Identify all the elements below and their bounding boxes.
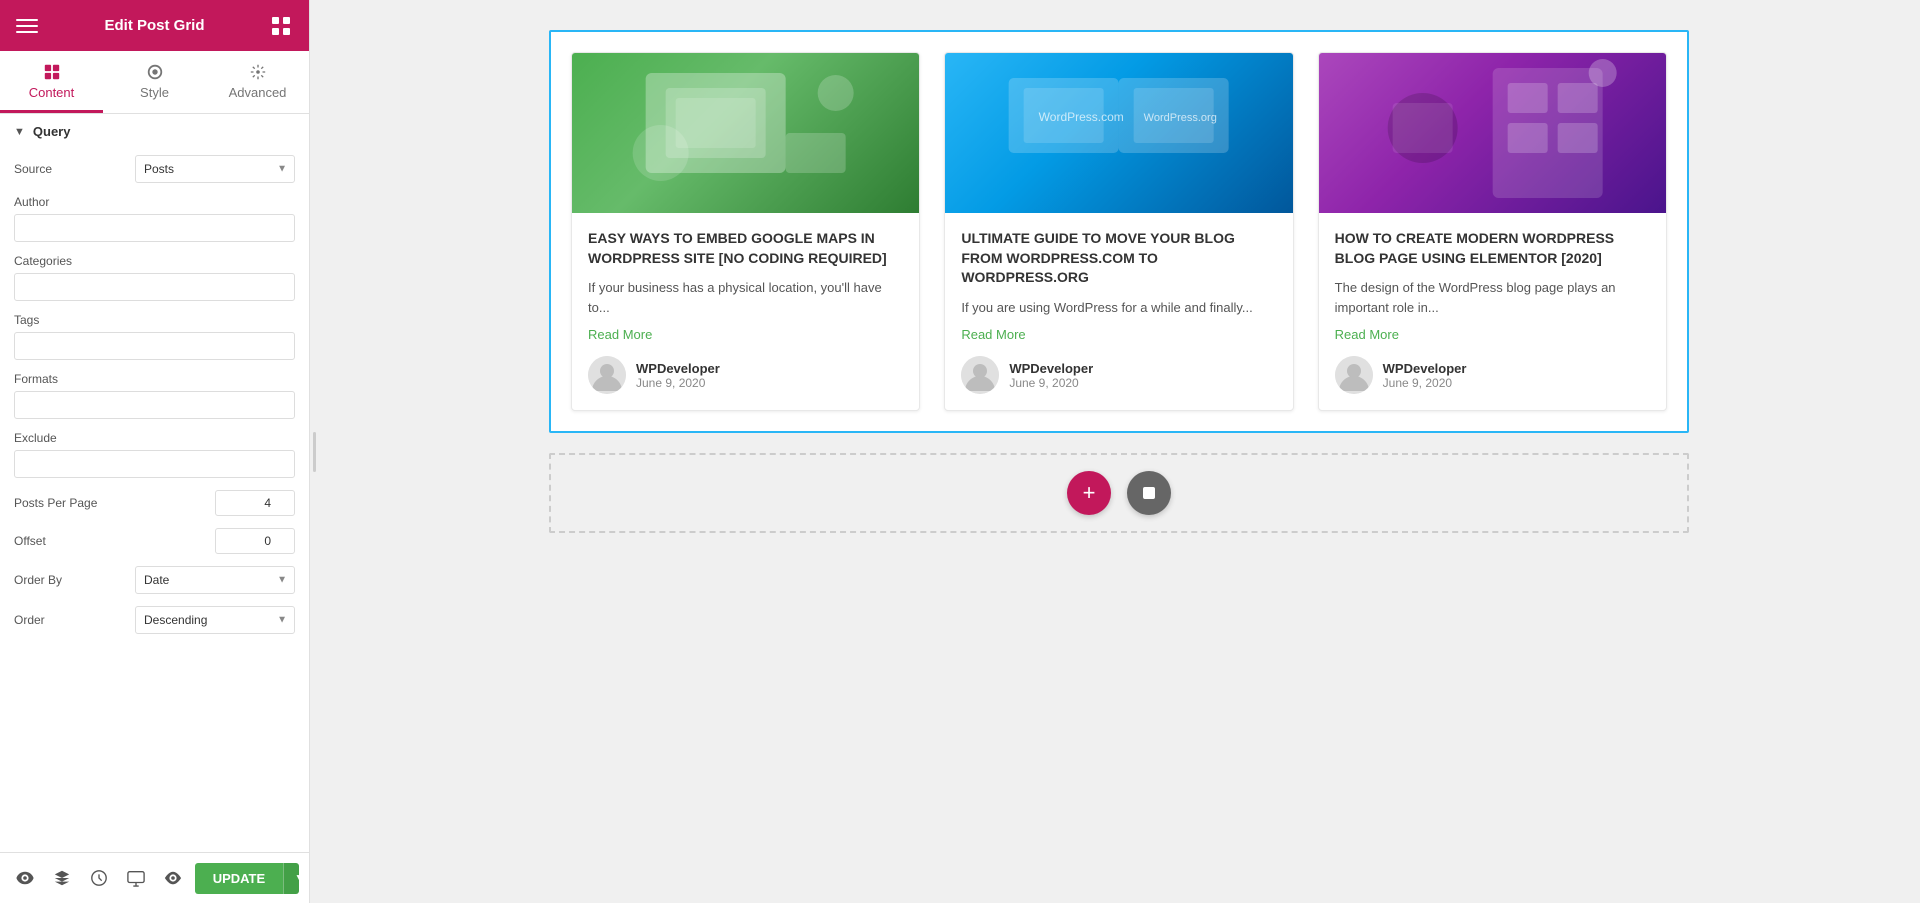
hamburger-icon[interactable] — [16, 15, 38, 37]
author-info: WPDeveloper June 9, 2020 — [636, 361, 720, 390]
post-card-image — [572, 53, 919, 213]
post-card: HOW TO CREATE MODERN WORDPRESS BLOG PAGE… — [1318, 52, 1667, 411]
post-card-title: ULTIMATE GUIDE TO MOVE YOUR BLOG FROM WO… — [961, 229, 1276, 288]
order-select[interactable]: Descending Ascending — [135, 606, 295, 634]
bottom-section: + — [549, 453, 1689, 533]
panel-tabs: Content Style Advanced — [0, 51, 309, 114]
exclude-input[interactable] — [14, 450, 295, 478]
resize-handle[interactable] — [310, 0, 318, 903]
author-name: WPDeveloper — [1383, 361, 1467, 376]
post-card-excerpt: If your business has a physical location… — [588, 278, 903, 317]
exclude-row: Exclude — [0, 425, 309, 484]
categories-row: Categories — [0, 248, 309, 307]
posts-per-page-label: Posts Per Page — [14, 496, 215, 510]
tab-style[interactable]: Style — [103, 51, 206, 113]
source-select[interactable]: Posts Pages Custom — [135, 155, 295, 183]
author-row: Author — [0, 189, 309, 248]
posts-per-page-row: Posts Per Page — [0, 484, 309, 522]
post-card-excerpt: If you are using WordPress for a while a… — [961, 298, 1276, 318]
panel-header: Edit Post Grid — [0, 0, 309, 51]
svg-text:WordPress.com: WordPress.com — [1039, 110, 1124, 124]
author-date: June 9, 2020 — [1009, 376, 1093, 390]
main-content: EASY WAYS TO EMBED GOOGLE MAPS IN WORDPR… — [318, 0, 1920, 903]
stop-button[interactable] — [1127, 471, 1171, 515]
author-date: June 9, 2020 — [636, 376, 720, 390]
author-label: Author — [14, 195, 295, 209]
layers-button[interactable] — [47, 860, 78, 896]
panel-bottom-bar: UPDATE ▼ — [0, 852, 309, 903]
query-section-title: Query — [33, 124, 71, 139]
formats-row: Formats — [0, 366, 309, 425]
post-card-author: WPDeveloper June 9, 2020 — [1335, 356, 1650, 394]
panel-body: ▼ Query Source Posts Pages Custom ▼ Auth… — [0, 114, 309, 903]
formats-input[interactable] — [14, 391, 295, 419]
offset-input[interactable] — [215, 528, 295, 554]
author-date: June 9, 2020 — [1383, 376, 1467, 390]
formats-label: Formats — [14, 372, 295, 386]
author-info: WPDeveloper June 9, 2020 — [1009, 361, 1093, 390]
post-card-read-more[interactable]: Read More — [961, 327, 1276, 342]
svg-text:WordPress.org: WordPress.org — [1144, 112, 1217, 124]
author-input[interactable] — [14, 214, 295, 242]
order-row: Order Descending Ascending ▼ — [0, 600, 309, 640]
offset-label: Offset — [14, 534, 215, 548]
update-button[interactable]: UPDATE — [195, 863, 283, 894]
post-card-read-more[interactable]: Read More — [588, 327, 903, 342]
order-by-label: Order By — [14, 573, 135, 587]
categories-input[interactable] — [14, 273, 295, 301]
post-card-read-more[interactable]: Read More — [1335, 327, 1650, 342]
posts-per-page-input[interactable] — [215, 490, 295, 516]
source-select-wrapper: Posts Pages Custom ▼ — [135, 155, 295, 183]
post-card-body: HOW TO CREATE MODERN WORDPRESS BLOG PAGE… — [1319, 213, 1666, 410]
post-grid: EASY WAYS TO EMBED GOOGLE MAPS IN WORDPR… — [571, 52, 1667, 411]
author-name: WPDeveloper — [1009, 361, 1093, 376]
history-button[interactable] — [84, 860, 115, 896]
post-card-body: EASY WAYS TO EMBED GOOGLE MAPS IN WORDPR… — [572, 213, 919, 410]
post-card-image — [1319, 53, 1666, 213]
update-button-group: UPDATE ▼ — [195, 863, 299, 894]
post-card-author: WPDeveloper June 9, 2020 — [961, 356, 1276, 394]
post-card-title: EASY WAYS TO EMBED GOOGLE MAPS IN WORDPR… — [588, 229, 903, 268]
chevron-icon: ▼ — [14, 126, 25, 138]
author-info: WPDeveloper June 9, 2020 — [1383, 361, 1467, 390]
grid-icon[interactable] — [271, 15, 293, 37]
author-avatar — [588, 356, 626, 394]
order-by-select[interactable]: Date Title Author Random — [135, 566, 295, 594]
tags-label: Tags — [14, 313, 295, 327]
post-card: EASY WAYS TO EMBED GOOGLE MAPS IN WORDPR… — [571, 52, 920, 411]
post-grid-wrapper: EASY WAYS TO EMBED GOOGLE MAPS IN WORDPR… — [549, 30, 1689, 433]
source-label: Source — [14, 162, 135, 176]
source-row: Source Posts Pages Custom ▼ — [0, 149, 309, 189]
post-card-author: WPDeveloper June 9, 2020 — [588, 356, 903, 394]
categories-label: Categories — [14, 254, 295, 268]
settings-button[interactable] — [10, 860, 41, 896]
post-card-title: HOW TO CREATE MODERN WORDPRESS BLOG PAGE… — [1335, 229, 1650, 268]
post-card-image: WordPress.com WordPress.org — [945, 53, 1292, 213]
update-dropdown-button[interactable]: ▼ — [283, 863, 299, 894]
post-card-body: ULTIMATE GUIDE TO MOVE YOUR BLOG FROM WO… — [945, 213, 1292, 410]
order-by-row: Order By Date Title Author Random ▼ — [0, 560, 309, 600]
author-name: WPDeveloper — [636, 361, 720, 376]
post-card-excerpt: The design of the WordPress blog page pl… — [1335, 278, 1650, 317]
tags-input[interactable] — [14, 332, 295, 360]
left-panel: Edit Post Grid Content Style Advanced ▼ … — [0, 0, 310, 903]
order-by-select-wrapper: Date Title Author Random ▼ — [135, 566, 295, 594]
add-section-button[interactable]: + — [1067, 471, 1111, 515]
panel-title: Edit Post Grid — [104, 17, 204, 34]
tab-content[interactable]: Content — [0, 51, 103, 113]
order-select-wrapper: Descending Ascending ▼ — [135, 606, 295, 634]
exclude-label: Exclude — [14, 431, 295, 445]
tab-advanced[interactable]: Advanced — [206, 51, 309, 113]
preview-button[interactable] — [158, 860, 189, 896]
order-label: Order — [14, 613, 135, 627]
post-card: WordPress.com WordPress.org ULTIMATE GUI… — [944, 52, 1293, 411]
query-section-header[interactable]: ▼ Query — [0, 114, 309, 149]
responsive-button[interactable] — [121, 860, 152, 896]
offset-row: Offset — [0, 522, 309, 560]
author-avatar — [961, 356, 999, 394]
tags-row: Tags — [0, 307, 309, 366]
author-avatar — [1335, 356, 1373, 394]
